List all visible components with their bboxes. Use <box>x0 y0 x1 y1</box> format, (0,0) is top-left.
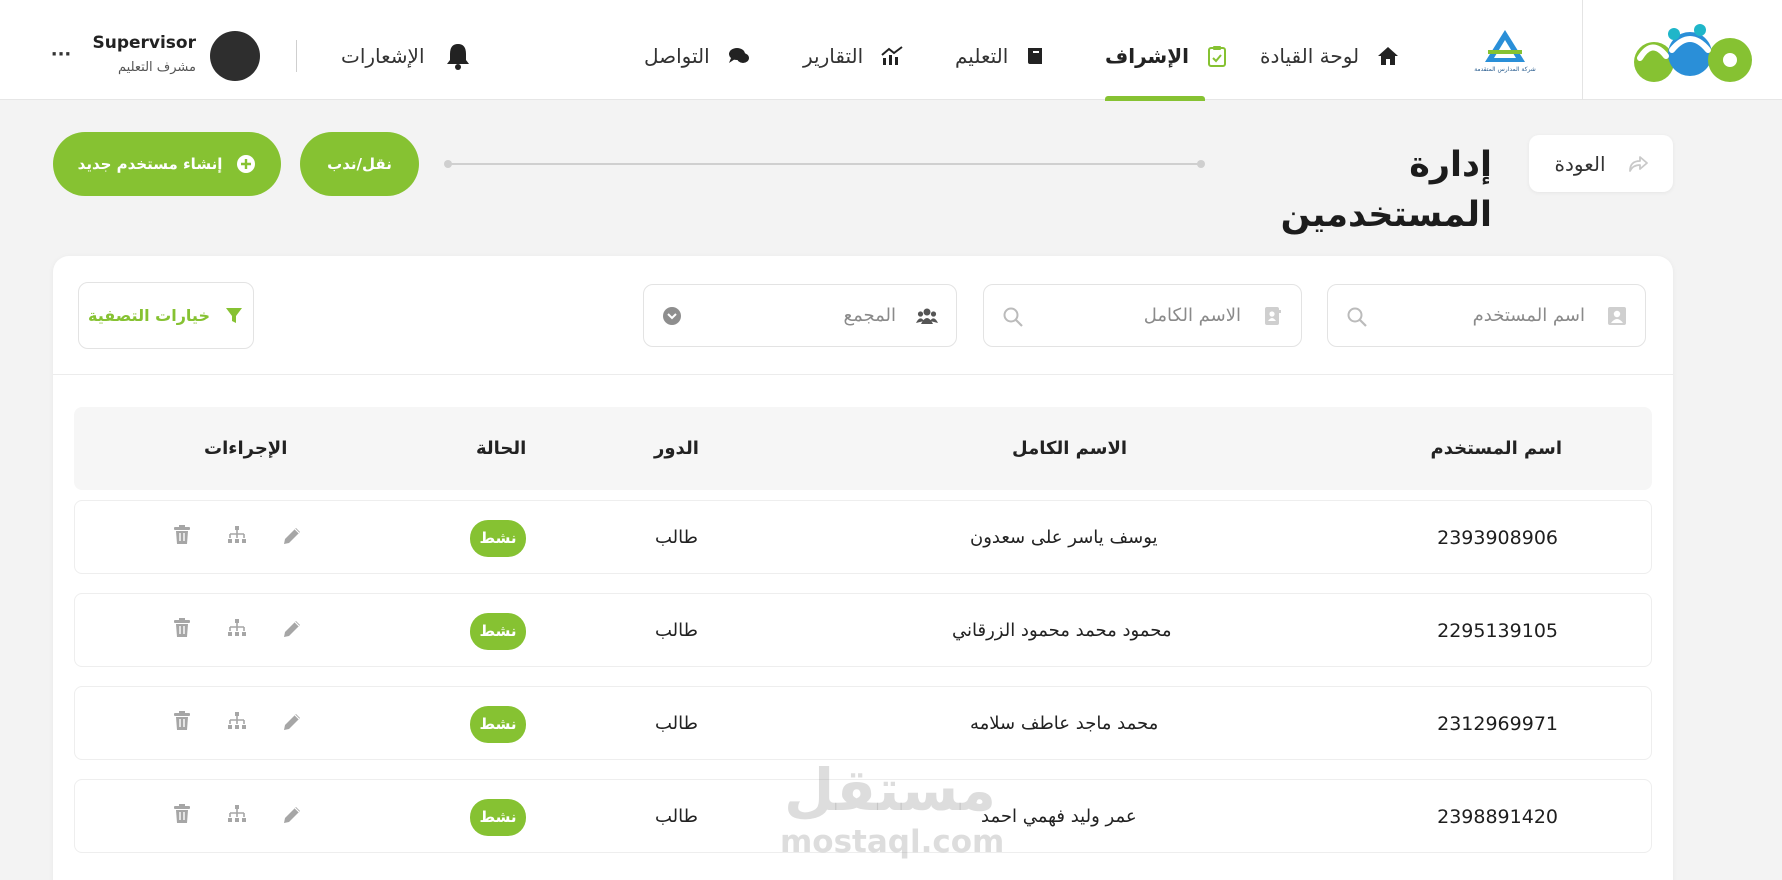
column-header-username[interactable]: اسم المستخدم <box>1431 407 1562 490</box>
nav-dashboard-label: لوحة القيادة <box>1260 44 1360 68</box>
user-role: مشرف التعليم <box>118 60 196 75</box>
table-row[interactable]: 2295139105 محمود محمد محمود الزرقاني طال… <box>74 593 1652 667</box>
notifications-label: الإشعارات <box>341 44 425 68</box>
company-logo-caption: شركة المدارس المتقدمة <box>1474 66 1536 73</box>
cell-fullname: عمر وليد فهمي احمد <box>981 806 1137 827</box>
hierarchy-icon[interactable] <box>227 711 247 731</box>
clipboard-check-icon <box>1207 45 1227 67</box>
title-divider <box>444 160 1205 168</box>
trash-icon[interactable] <box>173 711 191 731</box>
user-name: Supervisor <box>92 33 196 53</box>
fullname-search-field[interactable] <box>983 284 1302 347</box>
table-header: اسم المستخدم الاسم الكامل الدور الحالة ا… <box>74 407 1652 490</box>
table-row[interactable]: 2398891420 عمر وليد فهمي احمد طالب نشط <box>74 779 1652 853</box>
cell-username: 2312969971 <box>1437 713 1558 735</box>
page-title: إدارة المستخدمين <box>1280 145 1492 235</box>
username-search-input[interactable] <box>1388 285 1585 346</box>
column-header-fullname[interactable]: الاسم الكامل <box>1012 407 1127 490</box>
cell-fullname: محمد ماجد عاطف سلامه <box>970 713 1159 734</box>
notifications-button[interactable]: الإشعارات <box>341 38 473 74</box>
chart-icon <box>881 46 903 66</box>
back-button-label: العودة <box>1554 151 1606 176</box>
status-badge: نشط <box>470 520 526 557</box>
trash-icon[interactable] <box>173 804 191 824</box>
cell-role: طالب <box>655 806 698 827</box>
share-arrow-icon <box>1628 155 1648 173</box>
edit-icon[interactable] <box>281 804 303 826</box>
chat-icon <box>728 46 750 66</box>
transfer-button[interactable]: نقل/ندب <box>300 132 419 196</box>
fullname-search-input[interactable] <box>1044 285 1241 346</box>
book-icon <box>1026 46 1044 66</box>
user-id-icon <box>1607 306 1627 326</box>
cell-username: 2393908906 <box>1437 527 1558 549</box>
cell-username: 2398891420 <box>1437 806 1558 828</box>
hierarchy-icon[interactable] <box>227 804 247 824</box>
bell-icon <box>443 41 473 71</box>
cell-role: طالب <box>655 713 698 734</box>
complex-select[interactable] <box>643 284 957 347</box>
home-icon <box>1377 46 1399 66</box>
header-divider <box>1582 0 1583 100</box>
edit-icon[interactable] <box>281 711 303 733</box>
nav-communication[interactable]: التواصل <box>644 38 750 74</box>
table-row[interactable]: 2312969971 محمد ماجد عاطف سلامه طالب نشط <box>74 686 1652 760</box>
nav-reports[interactable]: التقارير <box>803 38 903 74</box>
top-navbar: شركة المدارس المتقدمة لوحة القيادة الإشر… <box>0 0 1782 101</box>
users-group-icon <box>916 306 938 326</box>
nav-education[interactable]: التعليم <box>955 38 1044 74</box>
nav-dashboard[interactable]: لوحة القيادة <box>1260 38 1399 74</box>
hierarchy-icon[interactable] <box>227 525 247 545</box>
cell-fullname: يوسف ياسر على سعدون <box>970 527 1158 548</box>
user-avatar[interactable] <box>210 31 260 81</box>
column-header-actions: الإجراءات <box>204 438 288 459</box>
username-search-field[interactable] <box>1327 284 1646 347</box>
plus-circle-icon <box>236 154 256 174</box>
edit-icon[interactable] <box>281 525 303 547</box>
cell-fullname: محمود محمد محمود الزرقاني <box>952 620 1172 641</box>
status-badge: نشط <box>470 799 526 836</box>
hierarchy-icon[interactable] <box>227 618 247 638</box>
transfer-button-label: نقل/ندب <box>327 155 392 173</box>
active-nav-indicator <box>1105 96 1205 101</box>
filter-options-label: خيارات التصفية <box>88 306 210 325</box>
status-badge: نشط <box>470 706 526 743</box>
contact-card-icon <box>1263 306 1283 326</box>
chevron-down-icon[interactable] <box>662 306 682 326</box>
search-icon[interactable] <box>1002 306 1024 328</box>
app-logo[interactable] <box>1632 20 1762 90</box>
nav-supervision[interactable]: الإشراف <box>1105 38 1227 74</box>
cell-username: 2295139105 <box>1437 620 1558 642</box>
create-user-button-label: إنشاء مستخدم جديد <box>77 155 223 173</box>
create-user-button[interactable]: إنشاء مستخدم جديد <box>53 132 281 196</box>
card-divider <box>53 374 1673 375</box>
trash-icon[interactable] <box>173 618 191 638</box>
filter-options-button[interactable]: خيارات التصفية <box>78 282 254 349</box>
funnel-icon <box>224 306 244 326</box>
header-divider <box>296 40 297 72</box>
complex-select-input[interactable] <box>704 285 896 346</box>
column-header-role[interactable]: الدور <box>654 407 699 490</box>
trash-icon[interactable] <box>173 525 191 545</box>
cell-role: طالب <box>655 527 698 548</box>
column-header-status[interactable]: الحالة <box>476 407 526 490</box>
nav-communication-label: التواصل <box>644 44 710 68</box>
more-menu-icon[interactable]: ··· <box>48 40 74 70</box>
nav-education-label: التعليم <box>955 44 1009 68</box>
status-badge: نشط <box>470 613 526 650</box>
search-icon[interactable] <box>1346 306 1368 328</box>
back-button[interactable]: العودة <box>1529 135 1673 192</box>
table-row[interactable]: 2393908906 يوسف ياسر على سعدون طالب نشط <box>74 500 1652 574</box>
nav-reports-label: التقارير <box>803 44 864 68</box>
edit-icon[interactable] <box>281 618 303 640</box>
company-logo: شركة المدارس المتقدمة <box>1470 28 1540 83</box>
nav-supervision-label: الإشراف <box>1105 44 1189 68</box>
cell-role: طالب <box>655 620 698 641</box>
